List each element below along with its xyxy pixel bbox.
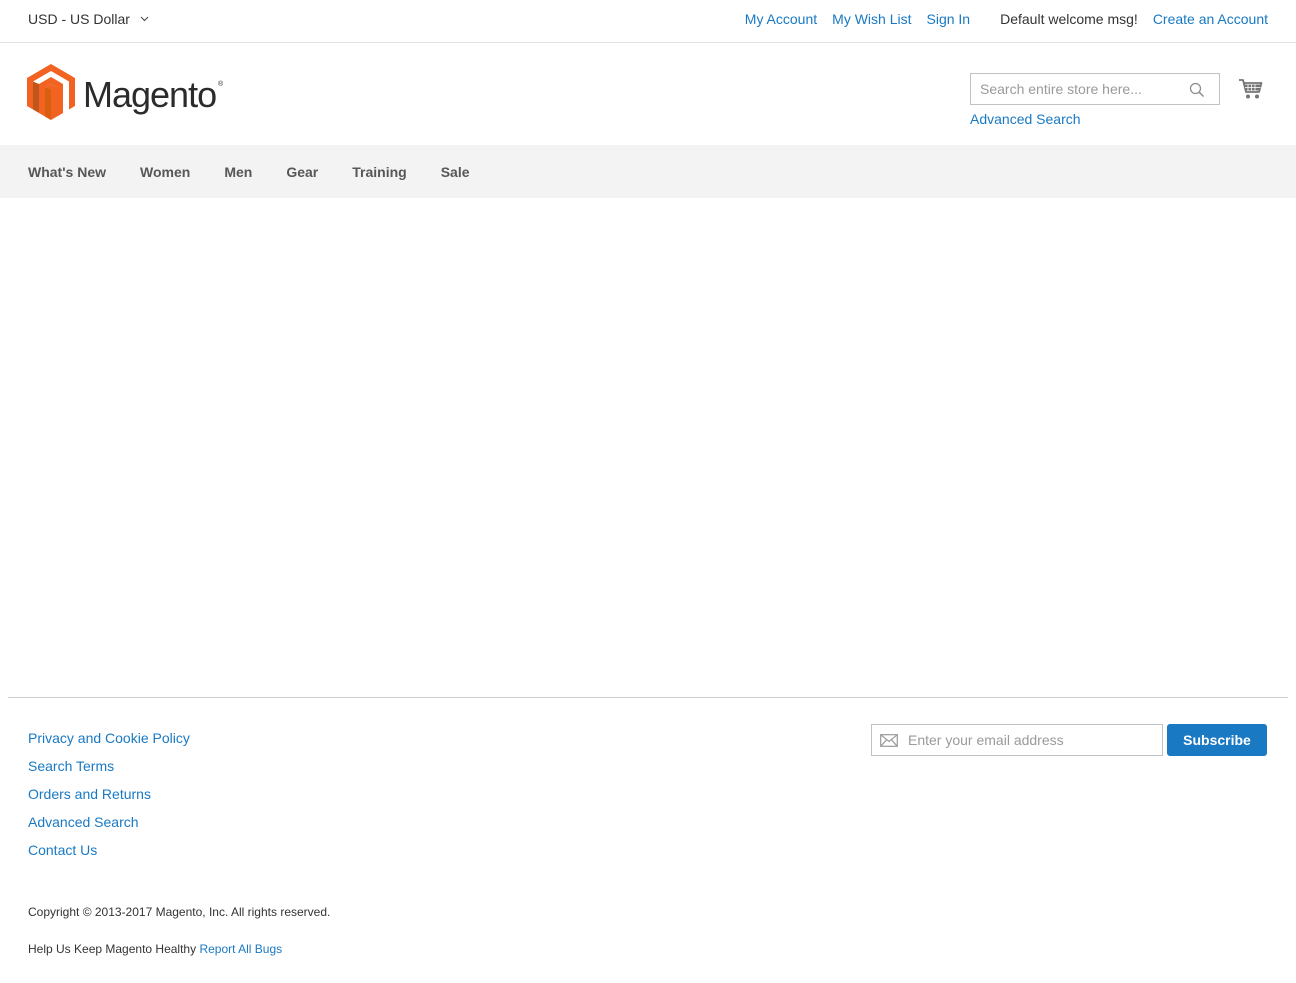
nav-item-whats-new[interactable]: What's New	[28, 164, 106, 180]
footer-links: Privacy and Cookie Policy Search Terms O…	[28, 724, 190, 864]
footer-link-privacy[interactable]: Privacy and Cookie Policy	[28, 724, 190, 752]
chevron-down-icon	[140, 14, 150, 24]
currency-label: USD - US Dollar	[28, 11, 130, 27]
footer-link-advanced-search[interactable]: Advanced Search	[28, 808, 190, 836]
welcome-message: Default welcome msg!	[1000, 11, 1138, 27]
copyright-text: Copyright © 2013-2017 Magento, Inc. All …	[28, 905, 331, 919]
main-navigation: What's New Women Men Gear Training Sale	[0, 145, 1296, 198]
report-bugs-line: Help Us Keep Magento Healthy Report All …	[28, 942, 282, 956]
my-account-link[interactable]: My Account	[745, 11, 817, 27]
top-panel: USD - US Dollar My Account My Wish List …	[0, 0, 1296, 43]
footer-link-orders-returns[interactable]: Orders and Returns	[28, 780, 190, 808]
store-logo[interactable]: Magento ®	[27, 64, 224, 125]
report-bugs-link[interactable]: Report All Bugs	[199, 942, 282, 956]
my-wish-list-link[interactable]: My Wish List	[832, 11, 911, 27]
nav-item-women[interactable]: Women	[140, 164, 190, 180]
nav-item-gear[interactable]: Gear	[286, 164, 318, 180]
footer-link-search-terms[interactable]: Search Terms	[28, 752, 190, 780]
advanced-search-link[interactable]: Advanced Search	[970, 111, 1081, 127]
search-icon[interactable]	[1189, 82, 1205, 98]
logo-wordmark: Magento ®	[83, 73, 224, 115]
nav-item-men[interactable]: Men	[224, 164, 252, 180]
nav-item-training[interactable]: Training	[352, 164, 406, 180]
search-input[interactable]	[971, 74, 1181, 104]
nav-item-sale[interactable]: Sale	[441, 164, 470, 180]
subscribe-button[interactable]: Subscribe	[1167, 724, 1267, 756]
header-links: My Account My Wish List Sign In Default …	[745, 11, 1268, 27]
newsletter-field	[871, 724, 1163, 756]
envelope-icon	[880, 734, 898, 747]
cart-icon[interactable]	[1238, 77, 1263, 102]
sign-in-link[interactable]: Sign In	[927, 11, 971, 27]
footer-divider	[8, 697, 1288, 698]
create-account-link[interactable]: Create an Account	[1153, 11, 1268, 27]
help-text: Help Us Keep Magento Healthy	[28, 942, 197, 956]
footer-link-contact-us[interactable]: Contact Us	[28, 836, 190, 864]
magento-logo-icon	[27, 64, 75, 125]
newsletter-email-input[interactable]	[904, 725, 1159, 755]
currency-switcher[interactable]: USD - US Dollar	[28, 11, 150, 27]
search-box	[970, 73, 1220, 105]
